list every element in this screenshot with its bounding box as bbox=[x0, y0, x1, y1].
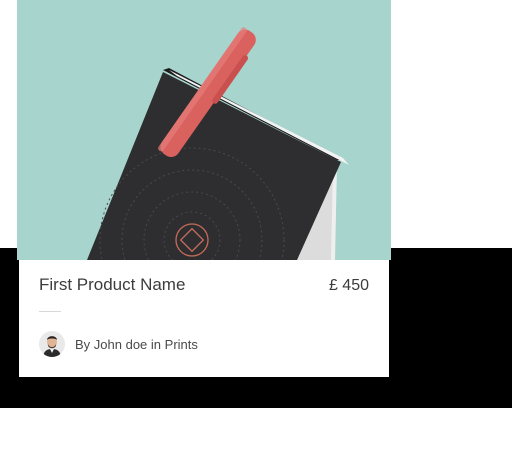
by-label: By bbox=[75, 336, 91, 352]
category-link[interactable]: Prints bbox=[165, 337, 198, 352]
product-image[interactable] bbox=[17, 0, 391, 260]
book-and-pen-illustration bbox=[17, 0, 391, 260]
product-price: £ 450 bbox=[328, 277, 369, 294]
in-label: in bbox=[150, 336, 162, 352]
product-card: First Product Name £ 450 By John doe in … bbox=[19, 260, 389, 377]
product-title[interactable]: First Product Name bbox=[39, 275, 185, 295]
avatar[interactable] bbox=[39, 331, 65, 357]
author-link[interactable]: John doe bbox=[94, 337, 148, 352]
avatar-portrait-icon bbox=[39, 331, 65, 357]
author-meta: By John doe in Prints bbox=[39, 331, 198, 357]
author-line: By John doe in Prints bbox=[75, 337, 198, 352]
divider bbox=[39, 311, 61, 312]
product-card-stage: First Product Name £ 450 By John doe in … bbox=[0, 0, 512, 460]
